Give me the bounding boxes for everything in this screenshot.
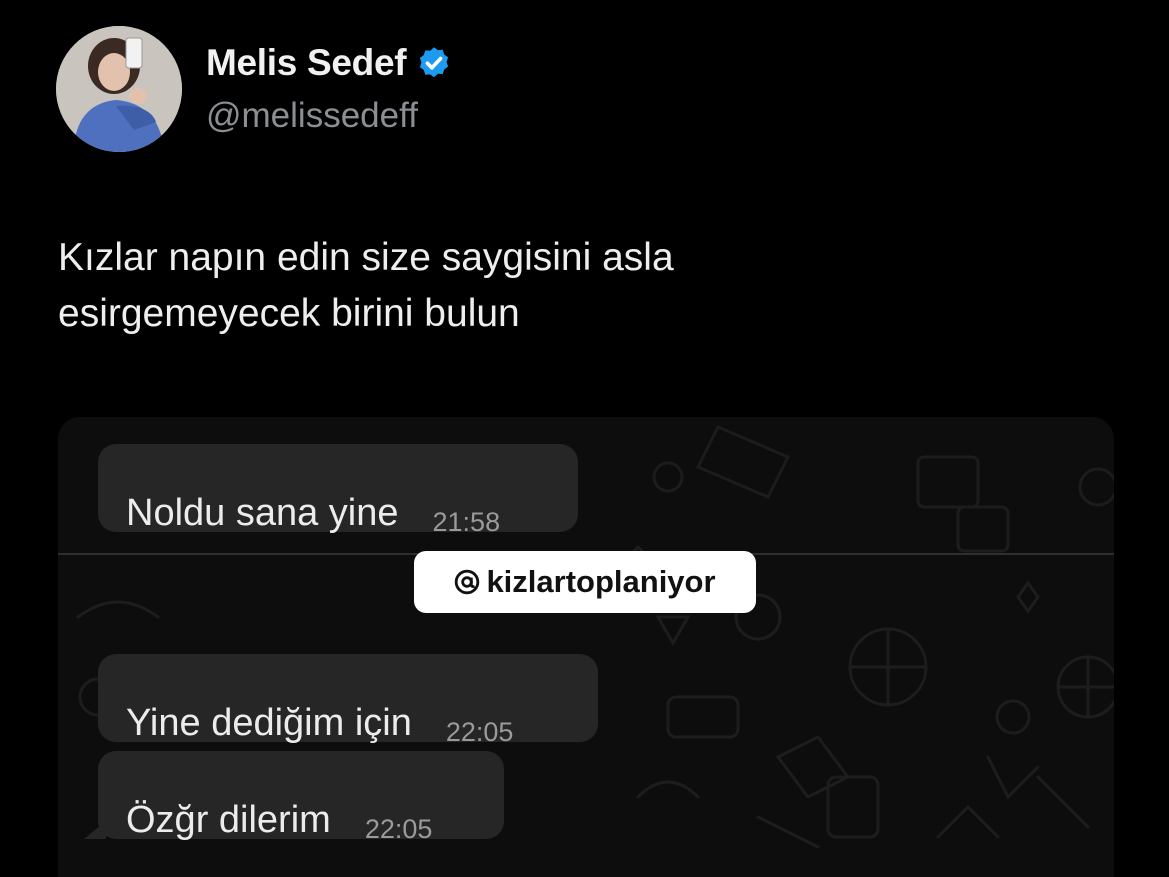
- message-text: Yine dediğim için: [126, 702, 412, 744]
- message-bubble[interactable]: Yine dediğim için 22:05: [98, 654, 598, 746]
- message-bubble[interactable]: Noldu sana yine 21:58: [98, 444, 578, 536]
- profile-name-row: Melis Sedef: [206, 42, 452, 84]
- watermark-sticker: kizlartoplaniyor: [414, 551, 756, 613]
- tweet-line-1: Kızlar napın edin size saygisini asla: [58, 236, 674, 279]
- message-text: Noldu sana yine: [126, 492, 399, 534]
- message-text: Özğr dilerim: [126, 799, 331, 841]
- profile-avatar[interactable]: [56, 26, 182, 152]
- message-time: 22:05: [364, 814, 433, 844]
- tweet-text: Kızlar napın edin size saygisini asla es…: [58, 230, 1108, 342]
- tweet-line-2: esirgemeyecek birini bulun: [58, 292, 520, 335]
- message-time: 22:05: [445, 717, 514, 747]
- mention-icon: [455, 569, 480, 595]
- chat-screenshot[interactable]: Noldu sana yine 21:58 Yine dediğim için …: [58, 417, 1114, 877]
- display-name[interactable]: Melis Sedef: [206, 42, 407, 84]
- verified-badge-icon: [420, 47, 449, 78]
- message-time: 21:58: [432, 507, 501, 537]
- message-bubble[interactable]: Özğr dilerim 22:05: [84, 751, 504, 843]
- user-handle[interactable]: @melissedeff: [206, 96, 418, 136]
- watermark-text: kizlartoplaniyor: [486, 564, 716, 599]
